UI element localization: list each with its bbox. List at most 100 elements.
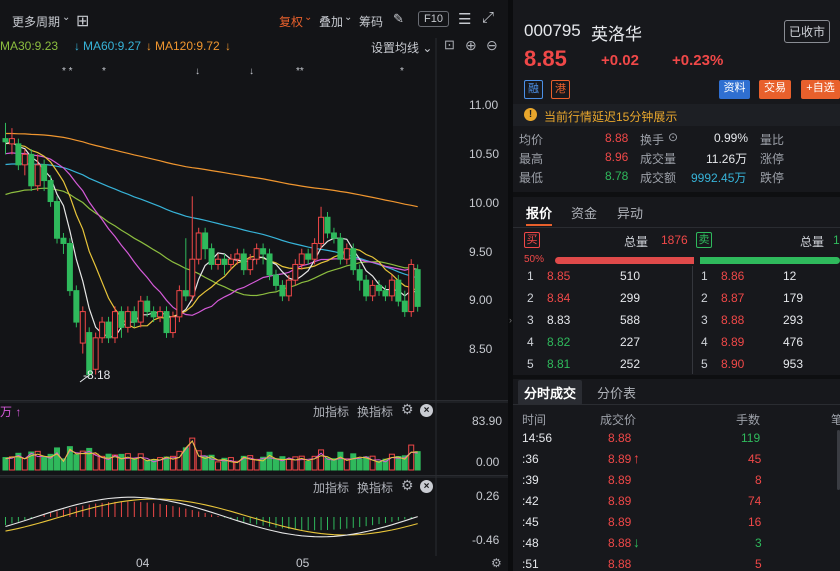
sell-total-label: 总量 <box>800 235 825 249</box>
high-label: 最高 <box>519 152 544 166</box>
macd-gear-icon[interactable]: ⚙ <box>401 477 414 494</box>
event-marker-icon: ** <box>296 66 304 77</box>
candle-body <box>285 279 292 297</box>
price-tick: 8.50 <box>469 342 493 356</box>
volume-add-indicator-button[interactable]: 加指标 <box>313 403 349 420</box>
candle-body <box>15 143 22 166</box>
candle-body <box>189 258 196 297</box>
tick-price: 8.88 <box>608 536 632 550</box>
trade-button[interactable]: 交易 <box>759 80 791 99</box>
candle-body <box>118 311 125 328</box>
tab-ticks[interactable]: 分时成交 <box>518 380 583 405</box>
candle-body <box>414 269 421 307</box>
candle-body <box>2 138 9 143</box>
lock-icon[interactable]: ⊡ <box>444 37 455 53</box>
candle-body <box>298 253 305 265</box>
ask-price[interactable]: 8.86 <box>721 269 744 283</box>
more-options-icon[interactable]: ⊙ <box>668 130 678 144</box>
volume-bar <box>92 453 99 471</box>
add-watchlist-button[interactable]: +自选 <box>801 80 840 99</box>
more-periods-button[interactable]: 更多周期 <box>12 13 60 30</box>
zoom-out-icon[interactable]: ⊖ <box>486 37 498 54</box>
buy-ratio-label: 50% <box>524 254 545 265</box>
tick-time: :36 <box>522 452 539 466</box>
limit-down-label: 跌停 <box>760 171 785 185</box>
candle-body <box>260 248 267 255</box>
candle-body <box>208 248 215 265</box>
candle-body <box>292 263 299 281</box>
tick-price: 8.89 <box>608 452 632 466</box>
candle-body <box>221 258 228 265</box>
candle-body <box>195 232 202 260</box>
bid-volume: 227 <box>620 335 641 349</box>
tab-quote[interactable]: 报价 <box>526 203 552 222</box>
info-button[interactable]: 资料 <box>719 80 750 99</box>
ma120-trend-icon: ↓ <box>225 39 231 53</box>
fuquan-chevron-icon[interactable]: ⌄ <box>304 12 312 23</box>
candle-body <box>105 321 112 339</box>
f10-button[interactable]: F10 <box>418 11 449 27</box>
chips-button[interactable]: 筹码 <box>359 13 383 30</box>
volume-bar <box>388 453 395 471</box>
grid-layout-icon[interactable]: ⊞ <box>76 11 89 31</box>
macd-top-value: 0.26 <box>476 489 500 503</box>
volume-switch-indicator-button[interactable]: 换指标 <box>357 403 393 420</box>
low-price-marker: -8.18 <box>83 368 111 382</box>
tab-price-table[interactable]: 分价表 <box>597 383 636 402</box>
tick-volume: 16 <box>748 515 762 529</box>
macd-add-indicator-button[interactable]: 加指标 <box>313 479 349 496</box>
buy-side-tag: 买 <box>524 232 540 248</box>
candle-body <box>305 253 312 260</box>
book-divider <box>513 375 840 379</box>
tab-events[interactable]: 异动 <box>617 203 643 222</box>
candle-body <box>92 337 99 370</box>
volume-close-icon[interactable]: × <box>420 403 433 418</box>
settings-sliders-icon[interactable]: ☰ <box>458 10 471 28</box>
chart-settings-icon[interactable]: ⚙ <box>491 556 502 570</box>
event-marker-icon: ↓ <box>249 66 254 77</box>
volume-bar <box>272 458 279 471</box>
tab-active-underline <box>526 224 552 226</box>
ask-price[interactable]: 8.88 <box>721 313 744 327</box>
macd-switch-indicator-button[interactable]: 换指标 <box>357 479 393 496</box>
macd-close-icon[interactable]: × <box>420 479 433 494</box>
price-tick: 9.00 <box>469 293 493 307</box>
low-label: 最低 <box>519 171 544 185</box>
volume-label: 成交量 <box>640 152 677 166</box>
kline-panel[interactable]: * * * ↓ ↓ ** * 更多周期 ⌄ ⊞ 复权 ⌄ 叠加 ⌄ 筹码 ✎ F10 ☰ … <box>0 0 508 571</box>
volume-gear-icon[interactable]: ⚙ <box>401 401 414 418</box>
ask-price[interactable]: 8.89 <box>721 335 744 349</box>
zoom-in-icon[interactable]: ⊕ <box>465 37 477 54</box>
bid-price[interactable]: 8.82 <box>547 335 570 349</box>
tab-funds[interactable]: 资金 <box>571 203 597 222</box>
brush-icon[interactable]: ✎ <box>393 11 404 27</box>
fullscreen-icon[interactable]: ⤢ <box>482 9 494 26</box>
volume-bar <box>2 457 9 471</box>
ask-price[interactable]: 8.87 <box>721 291 744 305</box>
down-arrow-icon: ↓ <box>633 534 640 550</box>
candle-body <box>408 263 415 313</box>
volume-bar <box>131 458 138 471</box>
tick-price: 8.89 <box>608 473 632 487</box>
fuquan-button[interactable]: 复权 <box>279 13 303 30</box>
bid-price[interactable]: 8.81 <box>547 357 570 371</box>
bid-price[interactable]: 8.85 <box>547 269 570 283</box>
candle-body <box>73 290 80 323</box>
bid-volume: 252 <box>620 357 641 371</box>
bid-price[interactable]: 8.83 <box>547 313 570 327</box>
tick-volume: 5 <box>755 557 762 571</box>
buy-sell-ratio-bar <box>555 257 840 264</box>
chevron-down-icon[interactable]: ⌄ <box>62 12 70 23</box>
overlay-chevron-icon[interactable]: ⌄ <box>344 12 352 23</box>
quote-panel: 000795 英洛华 已收市 8.85 +0.02 +0.23% 融 港 资料 … <box>513 0 840 571</box>
tick-col-vol: 手数 <box>736 413 761 427</box>
ask-price[interactable]: 8.90 <box>721 357 744 371</box>
volume-separator <box>0 400 508 401</box>
overlay-button[interactable]: 叠加 <box>319 13 343 30</box>
tick-price: 8.88 <box>608 431 632 445</box>
ma-settings-button[interactable]: 设置均线 ⌄ <box>371 39 432 56</box>
info-notice-icon: ! <box>524 108 537 121</box>
bid-price[interactable]: 8.84 <box>547 291 570 305</box>
buy-total-label: 总量 <box>624 235 649 249</box>
chart-toolbar: 更多周期 ⌄ ⊞ 复权 ⌄ 叠加 ⌄ 筹码 ✎ F10 ☰ ⤢ <box>0 0 508 38</box>
